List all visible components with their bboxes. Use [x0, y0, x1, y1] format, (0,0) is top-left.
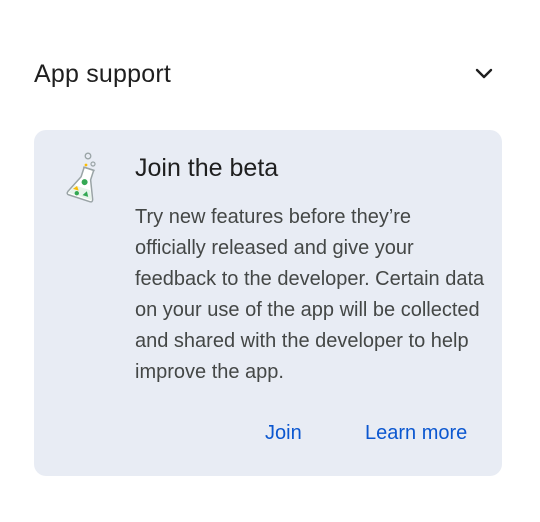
- join-beta-card: Join the beta Try new features before th…: [34, 130, 502, 476]
- learn-more-button[interactable]: Learn more: [365, 422, 467, 445]
- page: App support Join the beta Try new featur…: [0, 0, 540, 522]
- card-description: Try new features before they’re official…: [135, 206, 485, 383]
- section-title: App support: [34, 59, 172, 88]
- app-support-header[interactable]: App support: [34, 52, 504, 96]
- card-title: Join the beta: [135, 154, 279, 182]
- chevron-down-icon[interactable]: [470, 60, 498, 88]
- join-button[interactable]: Join: [265, 422, 302, 445]
- flask-icon: [64, 152, 104, 204]
- card-actions: Join Learn more: [34, 422, 502, 454]
